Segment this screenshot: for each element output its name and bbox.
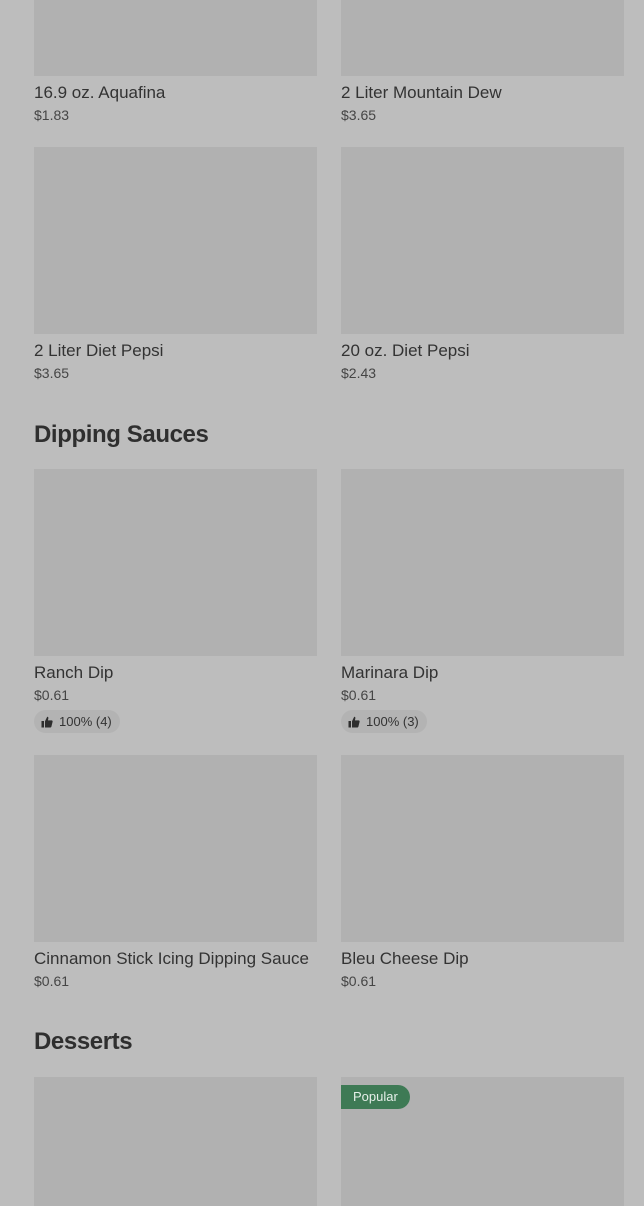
item-price: $0.61 — [34, 687, 70, 703]
item-image — [341, 755, 624, 942]
menu-item-card[interactable]: 2 Liter Mountain Dew $3.65 — [341, 0, 624, 125]
item-price: $0.61 — [34, 973, 70, 989]
item-price: $3.65 — [34, 365, 70, 381]
section-title-dipping-sauces: Dipping Sauces — [34, 421, 209, 448]
item-price: $1.83 — [34, 107, 70, 123]
item-name: 16.9 oz. Aquafina — [34, 83, 166, 102]
menu-item-card[interactable]: Marinara Dip $0.61 100% (3) — [341, 469, 624, 733]
menu-page: 16.9 oz. Aquafina $1.83 2 Liter Mountain… — [0, 0, 644, 1206]
item-image — [341, 0, 624, 76]
menu-item-card[interactable]: Ranch Dip $0.61 100% (4) — [34, 469, 317, 733]
thumbs-up-icon — [41, 716, 53, 727]
popular-badge: Popular — [341, 1085, 410, 1109]
menu-item-card[interactable]: Bleu Cheese Dip $0.61 — [341, 755, 624, 991]
menu-item-card[interactable]: 2 Liter Diet Pepsi $3.65 — [34, 147, 317, 383]
rating-badge: 100% (4) — [34, 710, 120, 733]
section-title-desserts: Desserts — [34, 1028, 133, 1055]
item-price: $0.61 — [341, 687, 377, 703]
item-image — [34, 147, 317, 334]
menu-item-card[interactable]: 20 oz. Diet Pepsi $2.43 — [341, 147, 624, 383]
item-name: 2 Liter Diet Pepsi — [34, 341, 164, 360]
menu-item-card[interactable] — [34, 1077, 317, 1206]
rating-text: 100% (4) — [59, 714, 112, 729]
item-price: $2.43 — [341, 365, 377, 381]
item-name: 2 Liter Mountain Dew — [341, 83, 502, 102]
menu-item-card[interactable]: 16.9 oz. Aquafina $1.83 — [34, 0, 317, 125]
item-image — [34, 469, 317, 656]
item-name: Cinnamon Stick Icing Dipping Sauce — [34, 949, 309, 968]
thumbs-up-icon — [348, 716, 360, 727]
item-price: $0.61 — [341, 973, 377, 989]
item-name: Bleu Cheese Dip — [341, 949, 469, 968]
item-price: $3.65 — [341, 107, 377, 123]
item-name: Ranch Dip — [34, 663, 114, 682]
rating-text: 100% (3) — [366, 714, 419, 729]
rating-badge: 100% (3) — [341, 710, 427, 733]
item-image — [34, 0, 317, 76]
item-name: Marinara Dip — [341, 663, 439, 682]
item-image — [34, 755, 317, 942]
item-image — [341, 147, 624, 334]
menu-item-card[interactable]: Cinnamon Stick Icing Dipping Sauce $0.61 — [34, 755, 317, 991]
item-image — [341, 469, 624, 656]
item-image — [34, 1077, 317, 1206]
item-name: 20 oz. Diet Pepsi — [341, 341, 470, 360]
item-image: Popular — [341, 1077, 624, 1206]
menu-item-card[interactable]: Popular — [341, 1077, 624, 1206]
